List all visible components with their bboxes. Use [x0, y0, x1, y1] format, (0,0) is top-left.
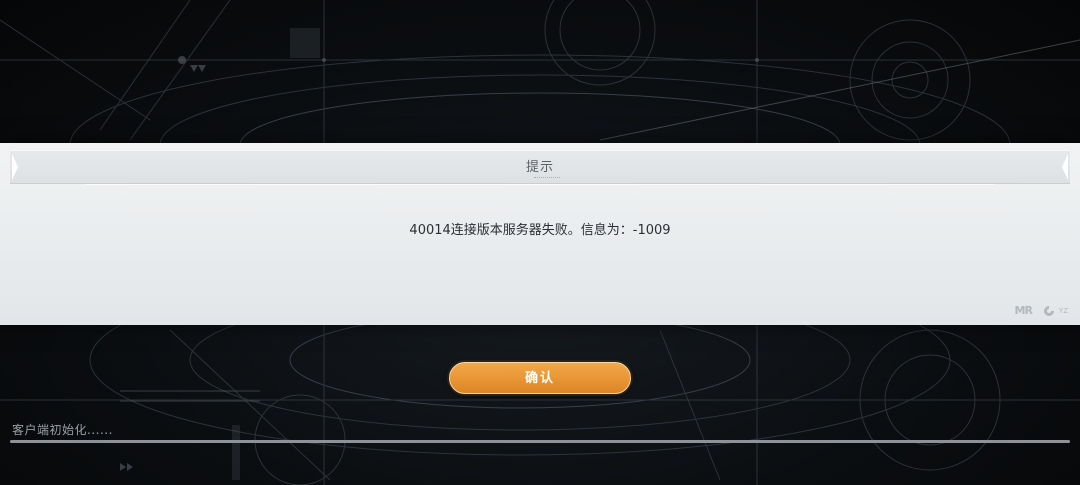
mr-logo: MR	[1014, 304, 1033, 317]
loading-progress-fill	[10, 440, 1070, 443]
error-message: 40014连接版本服务器失败。信息为：-1009	[409, 223, 671, 238]
loading-progress-bar	[10, 440, 1070, 443]
header-divider	[85, 184, 995, 185]
yz-logo-icon	[1043, 305, 1054, 316]
title-underline	[534, 177, 560, 180]
game-screen: 提示 40014连接版本服务器失败。信息为：-1009 MR YZ 确认 客户端…	[0, 0, 1080, 485]
loading-status-text: 客户端初始化......	[12, 423, 113, 437]
alert-dialog: 提示 40014连接版本服务器失败。信息为：-1009 MR YZ	[0, 143, 1080, 325]
brand-logos: MR YZ	[1015, 304, 1069, 317]
dialog-header: 提示	[10, 150, 1070, 184]
yz-logo: YZ	[1042, 305, 1068, 317]
confirm-button[interactable]: 确认	[449, 362, 631, 394]
